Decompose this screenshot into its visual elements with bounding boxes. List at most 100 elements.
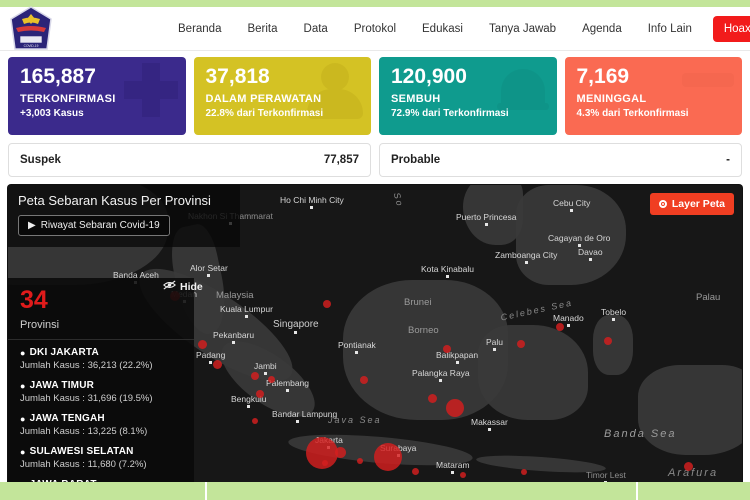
case-distribution-map[interactable]: So Celebes Sea Java Sea Banda Sea Arafur… — [8, 185, 742, 485]
nav-item-tanya-jawab[interactable]: Tanya Jawab — [476, 23, 569, 35]
case-marker[interactable] — [256, 390, 264, 398]
nav-item-beranda[interactable]: Beranda — [165, 23, 234, 35]
recovered-value: 120,900 — [391, 65, 467, 88]
recovered-label: SEMBUH — [391, 93, 441, 106]
scroll-segment[interactable] — [636, 482, 638, 500]
case-marker[interactable] — [374, 443, 402, 471]
case-marker[interactable] — [268, 376, 275, 383]
hide-panel-button[interactable]: Hide — [163, 280, 203, 293]
case-marker[interactable] — [251, 372, 259, 380]
province-name-row: ● JAWA TIMUR — [20, 380, 182, 391]
case-marker[interactable] — [460, 472, 466, 478]
city-dot-icon — [484, 223, 488, 226]
city-davao: Davao — [578, 247, 603, 261]
city-dot-icon — [263, 372, 267, 375]
city-balikpapan: Balikpapan — [436, 350, 478, 364]
layer-peta-button[interactable]: Layer Peta — [649, 193, 734, 215]
city-dot-icon — [588, 258, 592, 261]
svg-text:COVID-19: COVID-19 — [24, 44, 39, 48]
province-cases: Jumlah Kasus : 31,696 (19.5%) — [20, 393, 153, 404]
scroll-segment[interactable] — [205, 482, 207, 500]
nav-item-agenda[interactable]: Agenda — [569, 23, 635, 35]
province-name-row: ● DKI JAKARTA — [20, 347, 182, 358]
case-marker[interactable] — [556, 323, 564, 331]
confirmed-label: TERKONFIRMASI — [20, 93, 116, 106]
province-cases: Jumlah Kasus : 13,225 (8.1%) — [20, 426, 148, 437]
covid19-indonesia-logo[interactable]: COVID-19 — [8, 5, 54, 53]
city-dot-icon — [310, 206, 314, 209]
city-pekanbaru: Pekanbaru — [213, 330, 254, 344]
hoax-buster-button[interactable]: Hoax Buster — [712, 16, 750, 42]
province-name-row: ● SULAWESI SELATAN — [20, 446, 182, 457]
map-title: Peta Sebaran Kasus Per Provinsi — [18, 193, 211, 208]
list-item[interactable]: ● SULAWESI SELATAN Jumlah Kasus : 11,680… — [20, 446, 182, 470]
care-sub: 22.8% dari Terkonfirmasi — [205, 108, 324, 120]
nav-item-edukasi[interactable]: Edukasi — [409, 23, 476, 35]
city-singapore: Singapore — [273, 319, 319, 334]
case-marker[interactable] — [213, 360, 222, 369]
map-pin-icon: ● — [20, 446, 26, 457]
case-marker[interactable] — [335, 447, 346, 458]
map-header: Peta Sebaran Kasus Per Provinsi ▶ Riwaya… — [8, 185, 240, 247]
city-dot-icon — [232, 341, 236, 344]
city-dot-icon — [566, 324, 570, 327]
eye-slash-icon — [163, 280, 176, 293]
case-marker[interactable] — [357, 458, 363, 464]
case-marker[interactable] — [412, 468, 419, 475]
case-marker[interactable] — [517, 340, 525, 348]
case-marker[interactable] — [446, 399, 464, 417]
city-dot-icon — [612, 318, 616, 321]
case-marker[interactable] — [604, 337, 612, 345]
history-button-label: Riwayat Sebaran Covid-19 — [40, 220, 160, 231]
browser-bottom-strip — [0, 482, 750, 500]
nav-links: Beranda Berita Data Protokol Edukasi Tan… — [165, 7, 750, 51]
card-dalam-perawatan[interactable]: 37,818 DALAM PERAWATAN 22.8% dari Terkon… — [193, 57, 371, 135]
nav-item-berita[interactable]: Berita — [234, 23, 290, 35]
case-marker[interactable] — [322, 460, 328, 466]
covid-dashboard-page: COVID-19 Beranda Berita Data Protokol Ed… — [0, 0, 750, 500]
province-name: DKI JAKARTA — [29, 347, 99, 358]
landmass-halmahera — [593, 315, 633, 375]
city-dot-icon — [451, 471, 455, 474]
city-dot-icon — [487, 428, 491, 431]
case-marker[interactable] — [443, 345, 451, 353]
list-item[interactable]: ● JAWA TIMUR Jumlah Kasus : 31,696 (19.5… — [20, 380, 182, 404]
layer-icon — [658, 200, 667, 208]
case-marker[interactable] — [521, 469, 527, 475]
death-sub: 4.3% dari Terkonfirmasi — [576, 108, 689, 120]
city-dot-icon — [247, 405, 251, 408]
case-marker[interactable] — [323, 300, 331, 308]
case-marker[interactable] — [252, 418, 258, 424]
province-cases: Jumlah Kasus : 36,213 (22.2%) — [20, 360, 153, 371]
card-meninggal[interactable]: 7,169 MENINGGAL 4.3% dari Terkonfirmasi — [564, 57, 742, 135]
nav-item-info-lain[interactable]: Info Lain — [635, 23, 705, 35]
list-item[interactable]: ● DKI JAKARTA Jumlah Kasus : 36,213 (22.… — [20, 347, 182, 371]
province-name: JAWA TIMUR — [29, 380, 95, 391]
nav-item-data[interactable]: Data — [291, 23, 341, 35]
city-palangka-raya: Palangka Raya — [412, 368, 470, 382]
case-marker[interactable] — [428, 394, 437, 403]
map-pin-icon: ● — [20, 347, 26, 358]
care-value: 37,818 — [205, 65, 270, 88]
city-kuala-lumpur: Kuala Lumpur — [220, 304, 273, 318]
history-button[interactable]: ▶ Riwayat Sebaran Covid-19 — [18, 215, 170, 236]
city-ho-chi-minh-city: Ho Chi Minh City — [280, 195, 344, 209]
death-label: MENINGGAL — [576, 93, 647, 106]
card-sembuh[interactable]: 120,900 SEMBUH 72.9% dari Terkonfirmasi — [379, 57, 557, 135]
map-pin-icon: ● — [20, 413, 26, 424]
city-dot-icon — [455, 361, 459, 364]
list-item[interactable]: ● JAWA TENGAH Jumlah Kasus : 13,225 (8.1… — [20, 413, 182, 437]
statistics-cards: 165,887 TERKONFIRMASI +3,003 Kasus 37,81… — [8, 57, 742, 135]
case-marker[interactable] — [198, 340, 207, 349]
nav-item-protokol[interactable]: Protokol — [341, 23, 409, 35]
suspect-probable-row: Suspek 77,857 Probable - — [8, 143, 742, 177]
city-dot-icon — [493, 348, 496, 351]
case-marker[interactable] — [684, 462, 693, 471]
play-icon: ▶ — [28, 220, 36, 231]
city-alor-setar: Alor Setar — [190, 263, 228, 277]
probable-box[interactable]: Probable - — [379, 143, 742, 177]
suspek-box[interactable]: Suspek 77,857 — [8, 143, 371, 177]
card-terkonfirmasi[interactable]: 165,887 TERKONFIRMASI +3,003 Kasus — [8, 57, 186, 135]
province-panel: 34 Provinsi ● DKI JAKARTA Jumlah Kasus :… — [8, 278, 194, 485]
case-marker[interactable] — [360, 376, 368, 384]
